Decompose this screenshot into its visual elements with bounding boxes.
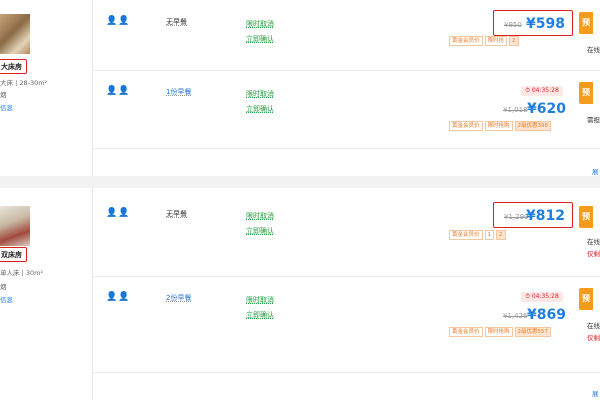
meal-plan[interactable]: 无早餐 xyxy=(166,209,187,219)
meal-plan[interactable]: 无早餐 xyxy=(166,17,187,27)
promo-tags: 黄金会员价 限时抢购 2级优惠557 xyxy=(449,327,553,337)
promo-tags: 黄金会员价 限时抢购 2级优惠398 xyxy=(449,121,553,131)
guests-icon: 👤👤 xyxy=(106,16,131,26)
cancel-policy-label[interactable]: 限时取消 xyxy=(246,17,274,32)
cancel-policy-label[interactable]: 限时取消 xyxy=(246,209,274,224)
guests-icon: 👤👤 xyxy=(106,292,131,302)
meal-plan[interactable]: 2份早餐 xyxy=(166,293,191,303)
original-price: ¥1,018 xyxy=(503,106,528,114)
payment-note: 在线 xyxy=(587,46,600,54)
promo-tag: 黄金会员价 xyxy=(449,36,483,46)
price-box: ¥1,426 ¥869 xyxy=(493,300,573,326)
room-bed-size: 单人床 | 30m² xyxy=(0,269,44,277)
rate-row: 👤👤 无早餐 限时取消 立即确认 ¥1,290 ¥812 黄金会员价 1 2 预 在… xyxy=(93,202,600,268)
room-info: 大床房 大床 | 28-30m² 烟 信息 xyxy=(0,0,92,176)
expand-rates-link[interactable]: 展 xyxy=(592,166,599,176)
room-info: 双床房 单人床 | 30m² 烟 信息 xyxy=(0,188,92,400)
cancel-policy-label[interactable]: 限时取消 xyxy=(246,87,274,102)
room-name[interactable]: 大床房 xyxy=(0,59,27,74)
original-price: ¥950 xyxy=(504,21,522,29)
price-box: ¥950 ¥598 xyxy=(493,10,573,36)
room-photo[interactable] xyxy=(0,14,30,54)
expand-rates-link[interactable]: 展 xyxy=(592,388,599,398)
cancel-policy[interactable]: 限时取消 立即确认 xyxy=(246,17,274,47)
current-price: ¥598 xyxy=(526,16,565,32)
cancel-policy-label[interactable]: 限时取消 xyxy=(246,293,274,308)
promo-tag: 2级优惠557 xyxy=(514,327,552,337)
stock-note: 仅剩 xyxy=(587,334,600,342)
book-button[interactable]: 预 xyxy=(579,82,593,104)
room-bed-size: 大床 | 28-30m² xyxy=(0,79,48,87)
room-card: 双床房 单人床 | 30m² 烟 信息 👤👤 无早餐 限时取消 立即确认 ¥1,… xyxy=(0,188,600,400)
room-name[interactable]: 双床房 xyxy=(0,247,27,262)
current-price: ¥620 xyxy=(527,101,566,117)
divider xyxy=(93,70,600,71)
original-price: ¥1,290 xyxy=(504,213,529,221)
original-price: ¥1,426 xyxy=(503,312,528,320)
room-card: 大床房 大床 | 28-30m² 烟 信息 👤👤 无早餐 限时取消 立即确认 ¥… xyxy=(0,0,600,176)
guests-icon: 👤👤 xyxy=(106,208,131,218)
current-price: ¥812 xyxy=(526,208,565,224)
payment-note: 需担 xyxy=(587,116,600,124)
confirm-label[interactable]: 立即确认 xyxy=(246,102,274,117)
promo-tag: 限时抢购 xyxy=(484,327,513,337)
promo-tag: 2 xyxy=(509,36,519,46)
room-more-info-link[interactable]: 信息 xyxy=(0,102,13,112)
room-photo[interactable] xyxy=(0,206,30,246)
payment-note: 在线 xyxy=(587,238,600,246)
cancel-policy[interactable]: 限时取消 立即确认 xyxy=(246,209,274,239)
confirm-label[interactable]: 立即确认 xyxy=(246,224,274,239)
promo-tag: 1 xyxy=(484,230,495,240)
promo-tag: 黄金会员价 xyxy=(449,327,483,337)
guests-icon: 👤👤 xyxy=(106,86,131,96)
promo-tag: 2级优惠398 xyxy=(514,121,552,131)
promo-tag: 黄金会员价 xyxy=(449,121,483,131)
price-box: ¥1,290 ¥812 xyxy=(493,202,573,228)
divider xyxy=(93,372,600,373)
rate-row: 👤👤 2份早餐 限时取消 立即确认 ⏱ 04:35:28 ¥1,426 ¥869… xyxy=(93,288,600,352)
meal-plan[interactable]: 1份早餐 xyxy=(166,87,191,97)
divider xyxy=(93,148,600,149)
promo-tag: 限时抢 xyxy=(484,36,508,46)
price-box: ¥1,018 ¥620 xyxy=(493,94,573,120)
room-smoking: 烟 xyxy=(0,283,7,291)
confirm-label[interactable]: 立即确认 xyxy=(246,308,274,323)
book-button[interactable]: 预 xyxy=(579,288,593,310)
promo-tags: 黄金会员价 1 2 xyxy=(449,230,508,240)
stock-note: 仅剩 xyxy=(587,250,600,258)
room-more-info-link[interactable]: 信息 xyxy=(0,294,13,304)
divider xyxy=(93,276,600,277)
promo-tags: 黄金会员价 限时抢 2 xyxy=(449,36,521,46)
confirm-label[interactable]: 立即确认 xyxy=(246,32,274,47)
promo-tag: 黄金会员价 xyxy=(449,230,483,240)
cancel-policy[interactable]: 限时取消 立即确认 xyxy=(246,87,274,117)
book-button[interactable]: 预 xyxy=(579,12,593,34)
promo-tag: 限时抢购 xyxy=(484,121,513,131)
cancel-policy[interactable]: 限时取消 立即确认 xyxy=(246,293,274,323)
current-price: ¥869 xyxy=(527,307,566,323)
room-smoking: 烟 xyxy=(0,91,7,99)
rate-row: 👤👤 1份早餐 限时取消 立即确认 ⏱ 04:35:28 ¥1,018 ¥620… xyxy=(93,82,600,136)
promo-tag: 2 xyxy=(496,230,506,240)
payment-note: 在线 xyxy=(587,322,600,330)
book-button[interactable]: 预 xyxy=(579,206,593,228)
rate-row: 👤👤 无早餐 限时取消 立即确认 ¥950 ¥598 黄金会员价 限时抢 2 预 在… xyxy=(93,10,600,66)
